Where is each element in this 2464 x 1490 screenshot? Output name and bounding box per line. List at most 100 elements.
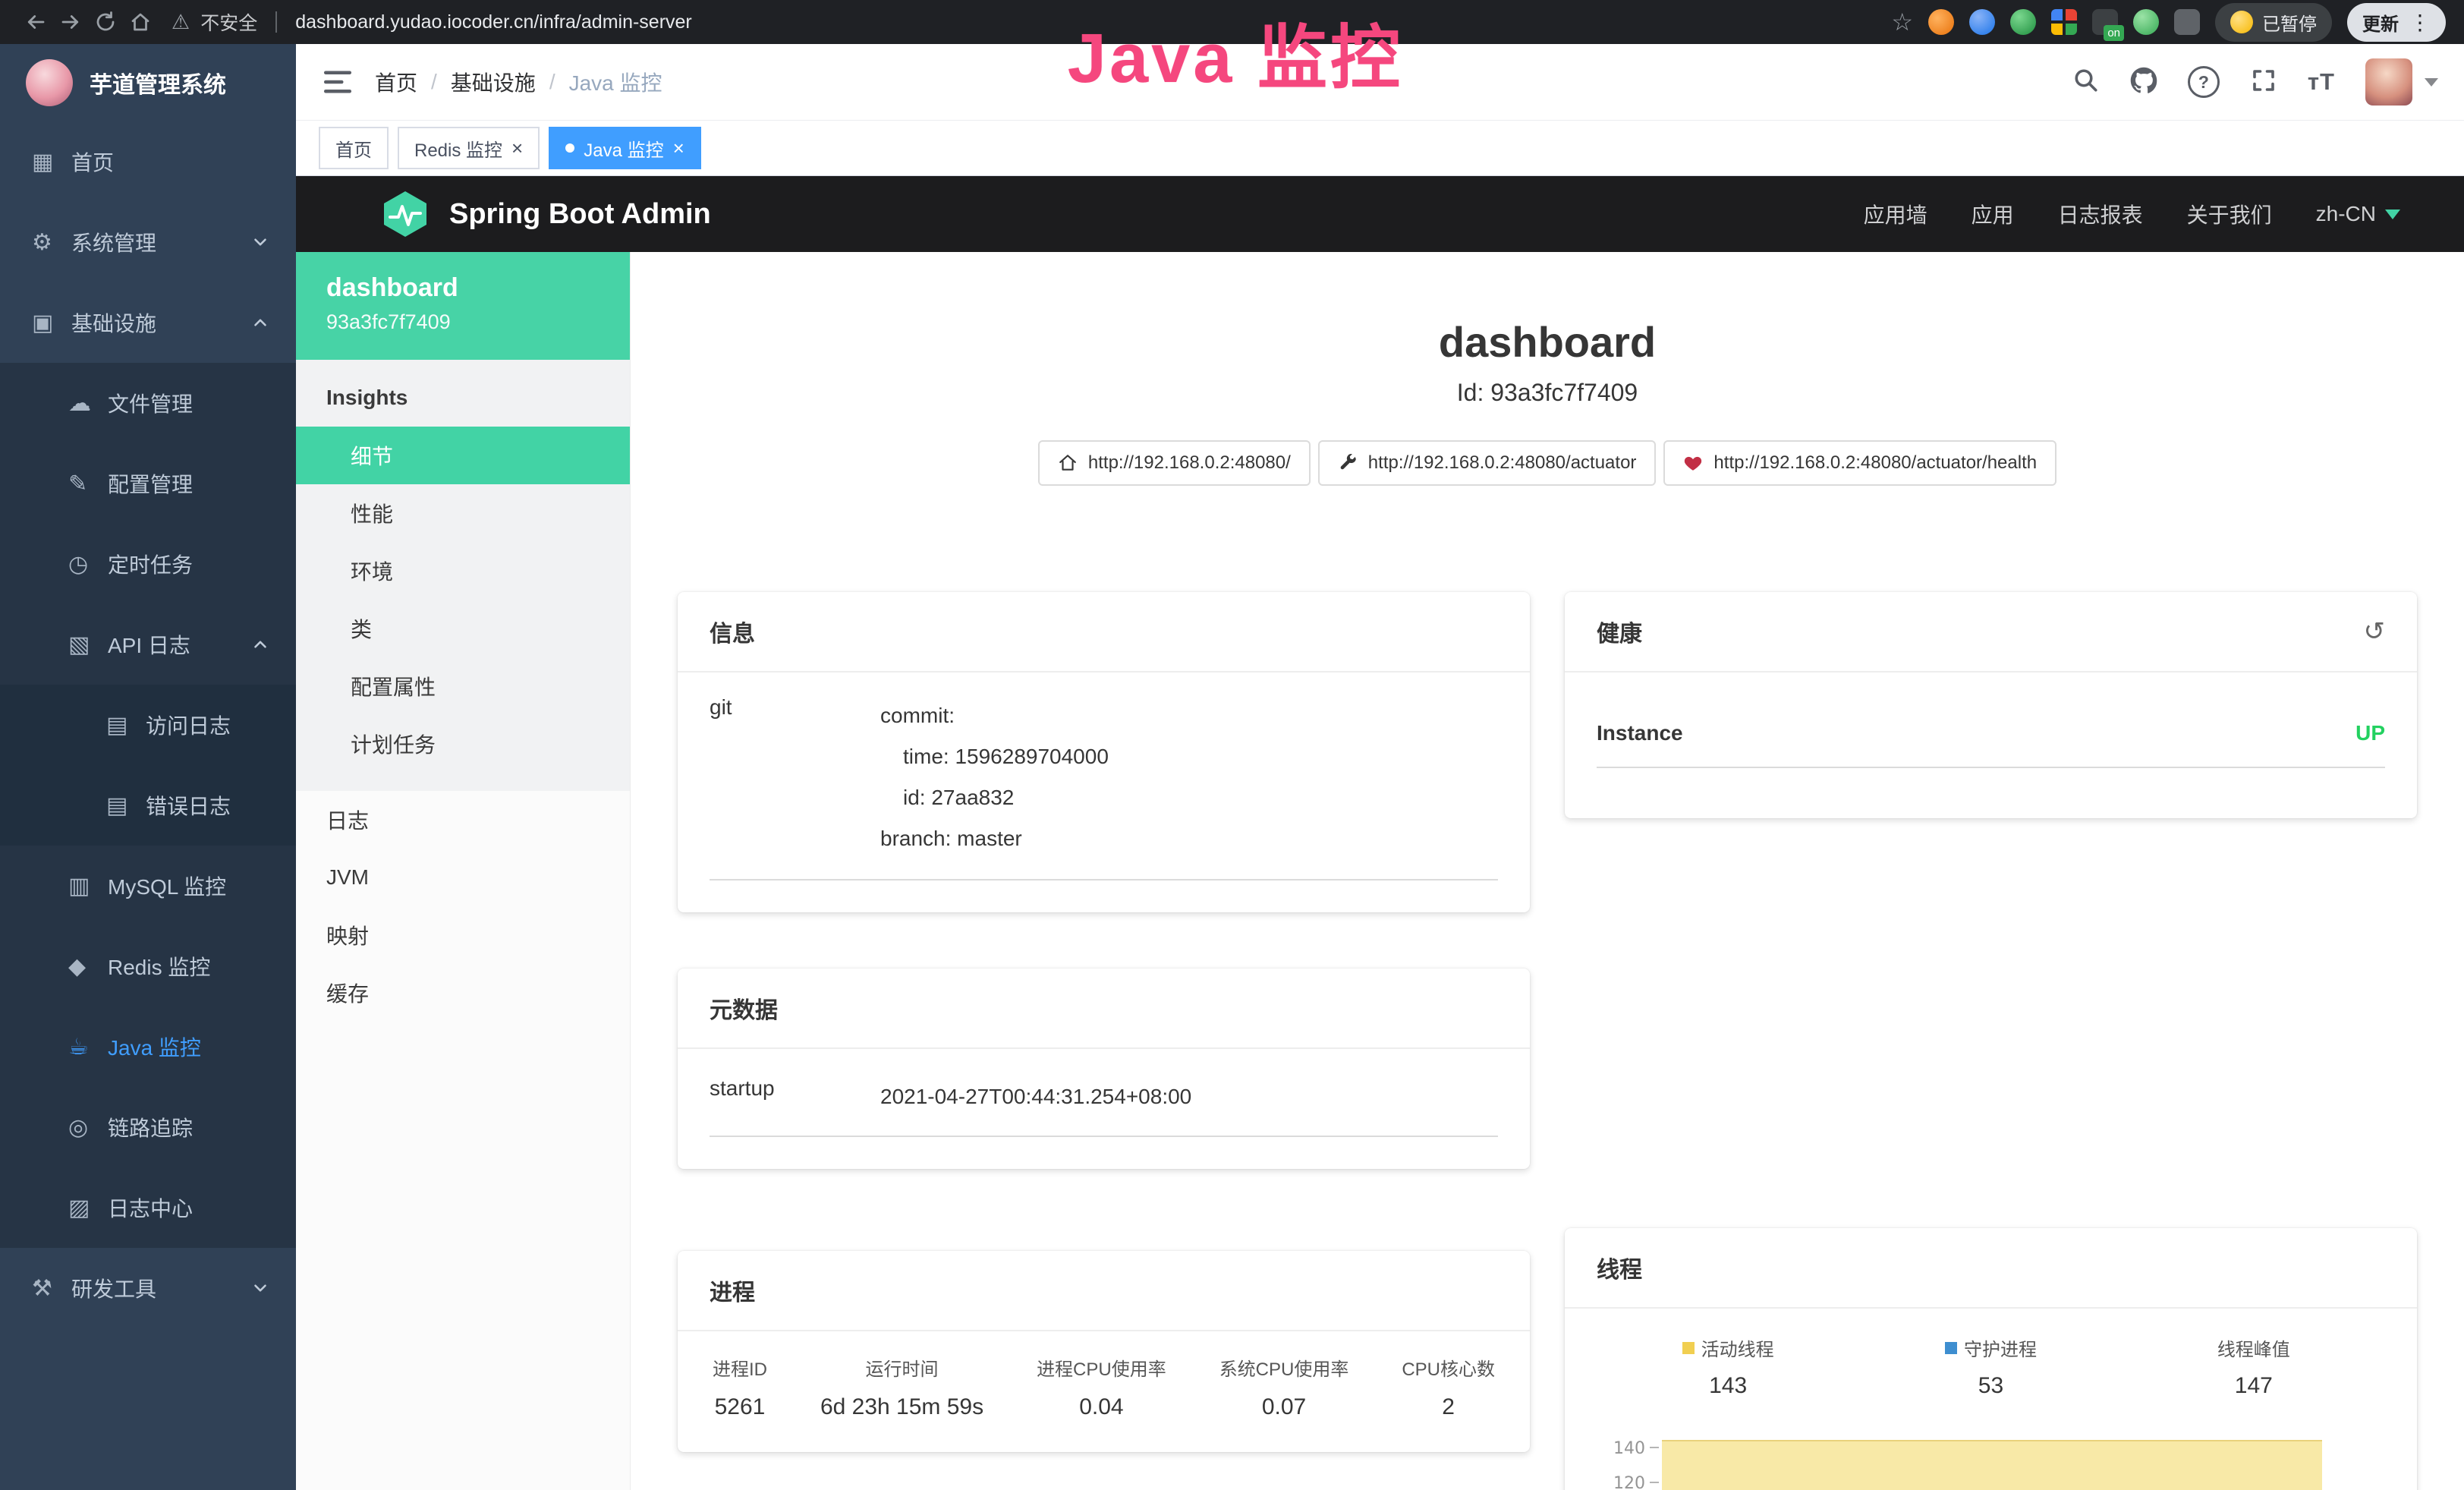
extension-switch-icon[interactable]: on bbox=[2092, 9, 2118, 35]
sba-nav-applications[interactable]: 应用 bbox=[1972, 199, 2014, 229]
breadcrumb-infra[interactable]: 基础设施 bbox=[451, 67, 536, 97]
api-log-icon bbox=[68, 632, 108, 658]
menu-dots-icon[interactable] bbox=[2409, 10, 2431, 35]
sba-item-caches[interactable]: 缓存 bbox=[296, 964, 630, 1022]
profile-paused-chip[interactable]: 已暂停 bbox=[2215, 3, 2332, 42]
metadata-value: 2021-04-27T00:44:31.254+08:00 bbox=[880, 1076, 1191, 1117]
heart-icon bbox=[1683, 453, 1703, 473]
cards-column-left: 信息 git commit: time: 1596289704000 id: 2… bbox=[678, 592, 1530, 1490]
address-bar[interactable]: 不安全 dashboard.yudao.iocoder.cn/infra/adm… bbox=[172, 8, 692, 36]
active-tab-dot bbox=[565, 143, 574, 153]
tab-redis-monitor[interactable]: Redis 监控 × bbox=[398, 127, 540, 169]
svg-text:140: 140 bbox=[1613, 1439, 1645, 1458]
sidebar-item-api-log[interactable]: API 日志 bbox=[0, 604, 296, 685]
sba-item-jvm[interactable]: JVM bbox=[296, 849, 630, 906]
card-info-header: 信息 bbox=[678, 592, 1530, 673]
github-icon[interactable] bbox=[2130, 67, 2157, 98]
clock-icon bbox=[68, 551, 108, 578]
history-icon[interactable] bbox=[2364, 616, 2386, 647]
fullscreen-icon[interactable] bbox=[2250, 67, 2277, 98]
extension-puzzle-icon[interactable] bbox=[2174, 9, 2200, 35]
sba-item-loggers[interactable]: 日志 bbox=[296, 791, 630, 849]
font-size-icon[interactable] bbox=[2308, 68, 2335, 96]
url-text[interactable]: dashboard.yudao.iocoder.cn/infra/admin-s… bbox=[295, 11, 692, 33]
breadcrumb-home[interactable]: 首页 bbox=[375, 67, 417, 97]
sidebar-item-dev-tools[interactable]: 研发工具 bbox=[0, 1248, 296, 1328]
sba-item-scheduled-tasks[interactable]: 计划任务 bbox=[296, 715, 630, 773]
sba-item-details[interactable]: 细节 bbox=[296, 427, 630, 484]
app-logo[interactable]: 芋道管理系统 bbox=[0, 44, 296, 121]
close-icon[interactable]: × bbox=[511, 138, 523, 158]
breadcrumb-current: Java 监控 bbox=[569, 67, 662, 97]
sba-nav-wallboard[interactable]: 应用墙 bbox=[1864, 199, 1927, 229]
extension-orange-icon[interactable] bbox=[1928, 9, 1954, 35]
security-warning-icon[interactable] bbox=[172, 11, 190, 34]
sidebar-item-infra[interactable]: 基础设施 bbox=[0, 282, 296, 363]
legend-live-threads: 活动线程 143 bbox=[1597, 1334, 1859, 1399]
link-actuator-url[interactable]: http://192.168.0.2:48080/actuator bbox=[1318, 440, 1657, 486]
extension-leaf-icon[interactable] bbox=[2133, 9, 2159, 35]
sidebar-item-redis[interactable]: Redis 监控 bbox=[0, 926, 296, 1006]
process-stats: 进程ID 5261 运行时间 6d 23h 15m 59s 进程CPU使用率 bbox=[710, 1354, 1498, 1420]
extension-grid-icon[interactable] bbox=[2051, 9, 2077, 35]
instance-name: dashboard bbox=[326, 273, 599, 303]
sba-item-mappings[interactable]: 映射 bbox=[296, 906, 630, 964]
sidebar-item-home[interactable]: 首页 bbox=[0, 121, 296, 202]
close-icon[interactable]: × bbox=[673, 138, 684, 158]
sidebar-item-log-center[interactable]: 日志中心 bbox=[0, 1167, 296, 1248]
tool-icon bbox=[32, 1275, 71, 1302]
sba-brand[interactable]: Spring Boot Admin bbox=[381, 190, 711, 238]
sba-nav-journal[interactable]: 日志报表 bbox=[2058, 199, 2143, 229]
link-service-url[interactable]: http://192.168.0.2:48080/ bbox=[1038, 440, 1311, 486]
tab-home[interactable]: 首页 bbox=[319, 127, 389, 169]
home-button[interactable] bbox=[123, 5, 158, 39]
back-button[interactable] bbox=[18, 5, 53, 39]
user-menu[interactable] bbox=[2365, 58, 2438, 106]
eye-icon bbox=[68, 1114, 108, 1141]
threads-chart: 140 120 100 bbox=[1597, 1420, 2385, 1490]
stat-system-cpu: 系统CPU使用率 0.07 bbox=[1216, 1354, 1352, 1420]
sba-body: dashboard 93a3fc7f7409 Insights 细节 性能 环境… bbox=[296, 252, 2464, 1490]
health-row-instance[interactable]: Instance UP bbox=[1597, 721, 2385, 768]
sidebar-toggle-icon[interactable] bbox=[322, 66, 354, 98]
sidebar-item-files[interactable]: 文件管理 bbox=[0, 363, 296, 443]
help-icon[interactable] bbox=[2188, 66, 2220, 98]
tags-view-bar: 首页 Redis 监控 × Java 监控 × bbox=[296, 121, 2464, 176]
card-threads-body: 活动线程 143 守护进程 bbox=[1565, 1309, 2417, 1490]
card-metadata: 元数据 startup 2021-04-27T00:44:31.254+08:0… bbox=[678, 969, 1530, 1169]
sidebar-item-java-monitor[interactable]: Java 监控 bbox=[0, 1006, 296, 1087]
navbar-actions bbox=[2072, 58, 2438, 106]
sidebar-item-mysql[interactable]: MySQL 监控 bbox=[0, 846, 296, 926]
sidebar-item-access-log[interactable]: 访问日志 bbox=[0, 685, 296, 765]
security-label[interactable]: 不安全 bbox=[200, 8, 257, 36]
gear-icon bbox=[32, 229, 71, 256]
info-key: git bbox=[710, 695, 880, 720]
card-info: 信息 git commit: time: 1596289704000 id: 2… bbox=[678, 592, 1530, 912]
extension-green-icon[interactable] bbox=[2010, 9, 2036, 35]
sidebar-item-jobs[interactable]: 定时任务 bbox=[0, 524, 296, 604]
sba-locale-select[interactable]: zh-CN bbox=[2316, 202, 2400, 226]
link-health-url[interactable]: http://192.168.0.2:48080/actuator/health bbox=[1663, 440, 2056, 486]
reload-button[interactable] bbox=[88, 5, 123, 39]
card-threads-header: 线程 bbox=[1565, 1228, 2417, 1309]
sidebar-item-error-log[interactable]: 错误日志 bbox=[0, 765, 296, 846]
forward-button[interactable] bbox=[53, 5, 88, 39]
card-metadata-body: startup 2021-04-27T00:44:31.254+08:00 bbox=[678, 1049, 1530, 1169]
sba-item-environment[interactable]: 环境 bbox=[296, 542, 630, 600]
sba-item-config-props[interactable]: 配置属性 bbox=[296, 657, 630, 715]
sba-item-classes[interactable]: 类 bbox=[296, 600, 630, 657]
sidebar-item-tracing[interactable]: 链路追踪 bbox=[0, 1087, 296, 1167]
search-icon[interactable] bbox=[2072, 67, 2100, 98]
bookmark-star-icon[interactable] bbox=[1891, 8, 1913, 36]
chrome-update-button[interactable]: 更新 bbox=[2347, 3, 2446, 42]
sidebar-item-system[interactable]: 系统管理 bbox=[0, 202, 296, 282]
tab-java-monitor[interactable]: Java 监控 × bbox=[549, 127, 701, 169]
extension-blue-drop-icon[interactable] bbox=[1969, 9, 1995, 35]
sba-instance-header[interactable]: dashboard 93a3fc7f7409 bbox=[296, 252, 630, 360]
sidebar-item-config[interactable]: 配置管理 bbox=[0, 443, 296, 524]
cards-grid: 信息 git commit: time: 1596289704000 id: 2… bbox=[678, 592, 2417, 1490]
card-health: 健康 Instance UP bbox=[1565, 592, 2417, 818]
sba-nav-about[interactable]: 关于我们 bbox=[2187, 199, 2272, 229]
sba-item-metrics[interactable]: 性能 bbox=[296, 484, 630, 542]
stat-pid: 进程ID 5261 bbox=[710, 1354, 770, 1420]
